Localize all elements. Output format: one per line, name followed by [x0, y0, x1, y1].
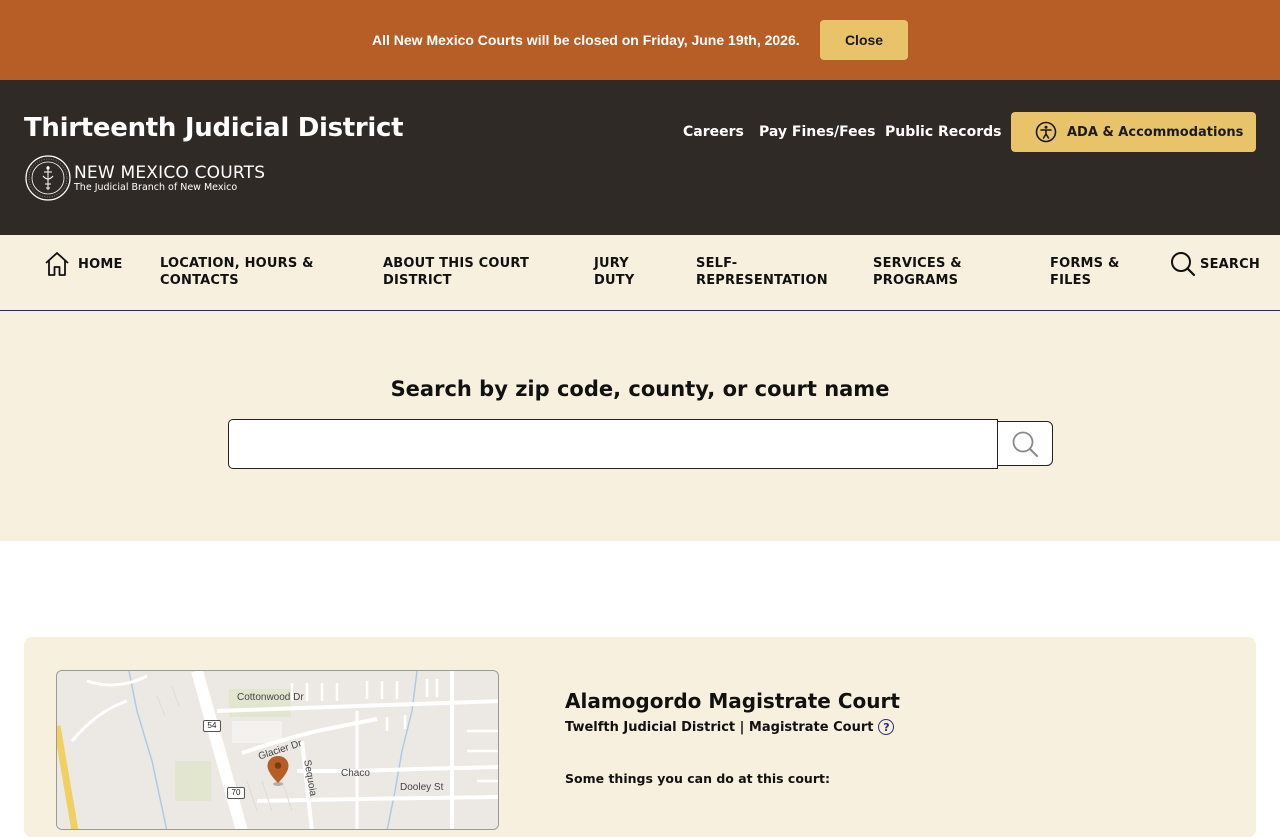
public-records-link[interactable]: Public Records [885, 124, 1001, 142]
search-icon [1012, 431, 1038, 457]
alert-banner: All New Mexico Courts will be closed on … [0, 0, 1280, 80]
court-services-heading: Some things you can do at this court: [565, 771, 830, 786]
nav-services-programs[interactable]: SERVICES & PROGRAMS [873, 255, 993, 289]
court-seal-icon [25, 155, 71, 201]
court-location-map[interactable]: Cottonwood Dr Glacier Dr Sequoia Chaco D… [56, 670, 499, 830]
brand-text: NEW MEXICO COURTS The Judicial Branch of… [74, 164, 265, 193]
site-title[interactable]: Thirteenth Judicial District [24, 113, 404, 143]
route-shield: 70 [227, 787, 245, 799]
nav-home[interactable]: HOME [44, 251, 123, 277]
alert-message: All New Mexico Courts will be closed on … [372, 32, 800, 48]
nav-jury-duty[interactable]: JURY DUTY [594, 255, 654, 289]
street-label: Chaco [341, 768, 370, 779]
nav-search[interactable]: SEARCH [1170, 251, 1260, 277]
ada-label: ADA & Accommodations [1067, 124, 1244, 140]
street-label: Dooley St [400, 782, 444, 793]
location-pin-icon[interactable] [266, 755, 290, 787]
help-icon[interactable]: ? [878, 719, 895, 735]
brand-name: NEW MEXICO COURTS [74, 162, 266, 183]
court-result-card: Cottonwood Dr Glacier Dr Sequoia Chaco D… [24, 637, 1256, 837]
ada-accommodations-button[interactable]: ADA & Accommodations [1011, 112, 1256, 152]
search-icon [1171, 252, 1196, 277]
nav-forms-files[interactable]: FORMS & FILES [1050, 255, 1140, 289]
nav-location-hours-contacts[interactable]: LOCATION, HOURS & CONTACTS [160, 255, 340, 289]
home-icon [45, 252, 69, 276]
site-header: Thirteenth Judicial District NEW MEXICO … [0, 80, 1280, 235]
nav-self-representation[interactable]: SELF-REPRESENTATION [696, 255, 836, 289]
pay-fines-link[interactable]: Pay Fines/Fees [759, 124, 876, 142]
close-alert-button[interactable]: Close [820, 20, 908, 60]
court-district-text: Twelfth Judicial District | Magistrate C… [565, 719, 874, 735]
search-heading: Search by zip code, county, or court nam… [390, 377, 890, 401]
nav-home-label: HOME [78, 256, 123, 272]
search-submit-button[interactable] [997, 421, 1053, 466]
careers-link[interactable]: Careers [683, 124, 744, 142]
nav-about-court-district[interactable]: ABOUT THIS COURT DISTRICT [383, 255, 563, 289]
nm-courts-logo[interactable]: NEW MEXICO COURTS The Judicial Branch of… [24, 154, 265, 202]
court-name[interactable]: Alamogordo Magistrate Court [565, 689, 900, 713]
brand-subtitle: The Judicial Branch of New Mexico [74, 181, 238, 193]
street-label: Cottonwood Dr [237, 692, 304, 703]
main-nav: HOME LOCATION, HOURS & CONTACTS ABOUT TH… [0, 235, 1280, 311]
court-search-section: Search by zip code, county, or court nam… [0, 311, 1280, 541]
nav-search-label: SEARCH [1200, 256, 1260, 272]
route-shield: 54 [203, 720, 221, 732]
accessibility-icon [1035, 121, 1057, 143]
court-search-input[interactable] [228, 419, 998, 469]
court-district-line: Twelfth Judicial District | Magistrate C… [565, 719, 895, 735]
